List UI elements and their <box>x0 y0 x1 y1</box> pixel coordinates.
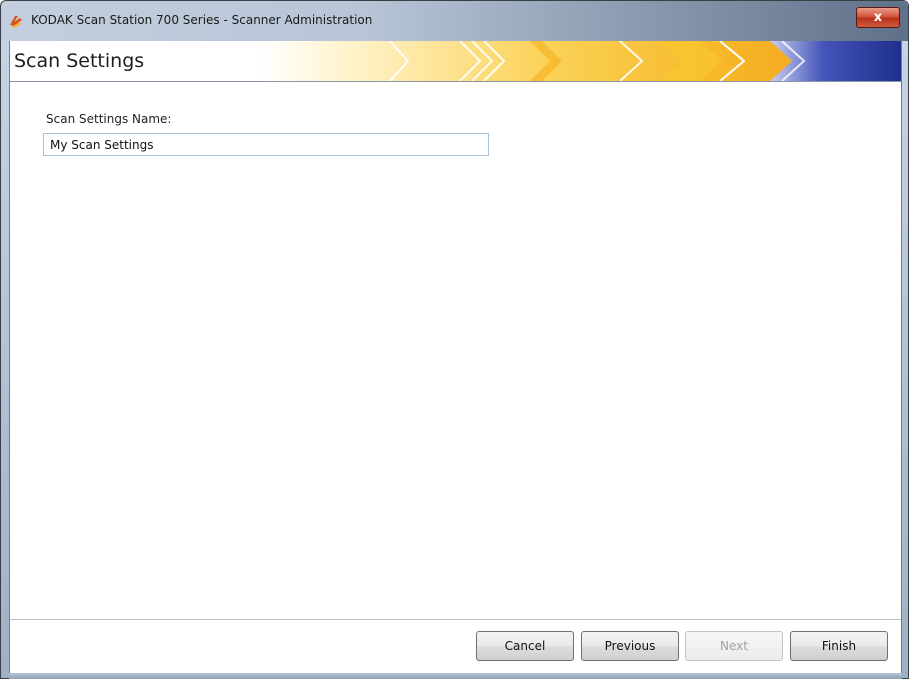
finish-button[interactable]: Finish <box>790 631 888 661</box>
scan-settings-name-label: Scan Settings Name: <box>46 112 172 126</box>
next-button[interactable]: Next <box>685 631 783 661</box>
wizard-panel: Scan Settings Scan Settings Name: Cancel… <box>9 41 902 673</box>
close-icon: x <box>873 10 883 25</box>
app-window: KODAK Scan Station 700 Series - Scanner … <box>0 0 909 679</box>
page-banner: Scan Settings <box>10 41 901 82</box>
footer-divider <box>10 619 901 620</box>
page-title: Scan Settings <box>14 50 145 72</box>
title-bar[interactable]: KODAK Scan Station 700 Series - Scanner … <box>1 1 908 41</box>
kodak-logo-icon <box>10 16 22 28</box>
close-button[interactable]: x <box>856 7 900 28</box>
window-bottom-frame <box>9 673 902 679</box>
window-title: KODAK Scan Station 700 Series - Scanner … <box>31 13 373 27</box>
previous-button[interactable]: Previous <box>581 631 679 661</box>
scan-settings-name-input[interactable] <box>43 133 489 156</box>
cancel-button[interactable]: Cancel <box>476 631 574 661</box>
